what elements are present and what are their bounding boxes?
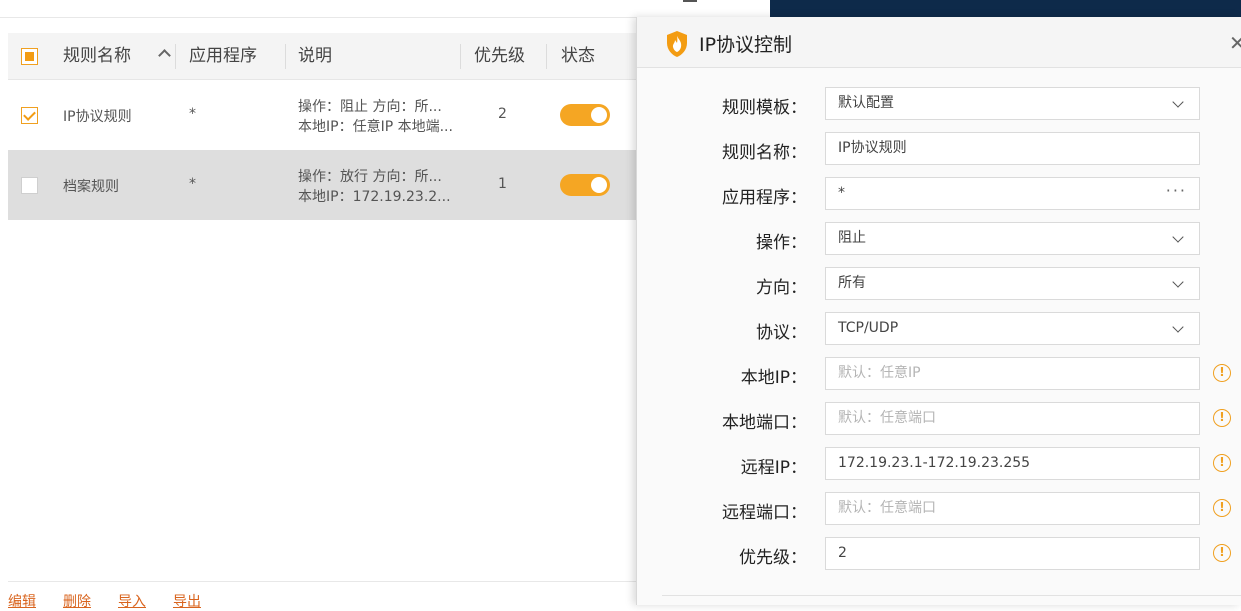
status-toggle[interactable] [560, 104, 610, 126]
app-input[interactable]: * ··· [825, 177, 1200, 210]
info-warning-icon[interactable]: ! [1213, 544, 1231, 562]
chevron-down-icon [1172, 321, 1184, 333]
priority-input[interactable]: 2 [825, 537, 1200, 570]
dialog-header: IP协议控制 ✕ [637, 17, 1241, 68]
rule-name-input[interactable]: IP协议规则 [825, 132, 1200, 165]
priority-label: 优先级： [739, 548, 807, 568]
direction-select[interactable]: 所有 [825, 267, 1200, 300]
desktop-background [770, 0, 1241, 18]
protocol-label: 协议： [756, 323, 807, 343]
chevron-down-icon [1172, 231, 1184, 243]
dialog-divider [662, 595, 1241, 596]
local-ip-label: 本地IP： [740, 368, 807, 388]
ip-protocol-dialog: IP协议控制 ✕ 规则模板： 默认配置 规则名称： IP协议规则 应用程序： *… [636, 17, 1241, 605]
table-header: 规则名称 应用程序 说明 优先级 状态 [8, 33, 636, 80]
app-label: 应用程序： [722, 188, 807, 208]
template-value: 默认配置 [838, 95, 894, 111]
local-port-label: 本地端口： [722, 413, 807, 433]
direction-value: 所有 [838, 275, 866, 291]
table-row[interactable]: 档案规则 * 操作：放行 方向：所... 本地IP：172.19.23.2...… [8, 150, 636, 220]
header-priority[interactable]: 优先级 [474, 33, 525, 80]
top-strip [0, 0, 697, 18]
remote-port-label: 远程端口： [722, 503, 807, 523]
rule-name-cell: IP协议规则 [63, 109, 132, 125]
status-toggle[interactable] [560, 174, 610, 196]
export-link[interactable]: 导出 [173, 591, 201, 611]
info-warning-icon[interactable]: ! [1213, 409, 1231, 427]
shield-flame-icon [667, 31, 687, 57]
app-cell: * [189, 176, 196, 192]
app-value: * [838, 185, 845, 201]
delete-link[interactable]: 删除 [63, 591, 91, 611]
local-ip-input[interactable]: 默认：任意IP [825, 357, 1200, 390]
dialog-title: IP协议控制 [699, 34, 793, 56]
local-port-input[interactable]: 默认：任意端口 [825, 402, 1200, 435]
info-warning-icon[interactable]: ! [1213, 364, 1231, 382]
row-checkbox[interactable] [21, 177, 38, 194]
description-line2: 本地IP：172.19.23.2... [298, 189, 451, 205]
action-value: 阻止 [838, 230, 866, 246]
edit-link[interactable]: 编辑 [8, 591, 36, 611]
description-line1: 操作：阻止 方向：所... [298, 99, 442, 115]
sort-ascending-icon[interactable] [158, 49, 171, 62]
template-label: 规则模板： [722, 98, 807, 118]
select-all-checkbox[interactable] [21, 48, 38, 65]
footer-actions: 编辑 删除 导入 导出 [8, 581, 636, 610]
chevron-down-icon [1172, 96, 1184, 108]
info-warning-icon[interactable]: ! [1213, 454, 1231, 472]
action-select[interactable]: 阻止 [825, 222, 1200, 255]
more-icon[interactable]: ··· [1166, 178, 1187, 206]
header-description[interactable]: 说明 [298, 33, 332, 80]
protocol-value: TCP/UDP [838, 320, 899, 336]
action-label: 操作： [756, 233, 807, 253]
close-icon[interactable]: ✕ [1229, 31, 1241, 55]
import-link[interactable]: 导入 [118, 591, 146, 611]
remote-ip-input[interactable]: 172.19.23.1-172.19.23.255 [825, 447, 1200, 480]
header-rule-name[interactable]: 规则名称 [63, 33, 131, 80]
remote-ip-label: 远程IP： [740, 458, 807, 478]
header-app[interactable]: 应用程序 [189, 33, 257, 80]
header-status[interactable]: 状态 [561, 33, 595, 80]
rule-name-label: 规则名称： [722, 143, 807, 163]
protocol-select[interactable]: TCP/UDP [825, 312, 1200, 345]
table-row[interactable]: IP协议规则 * 操作：阻止 方向：所... 本地IP：任意IP 本地端... … [8, 80, 636, 150]
description-line2: 本地IP：任意IP 本地端... [298, 119, 453, 135]
priority-cell: 1 [498, 176, 507, 192]
chevron-down-icon [1172, 276, 1184, 288]
rule-name-cell: 档案规则 [63, 179, 119, 195]
description-line1: 操作：放行 方向：所... [298, 169, 442, 185]
direction-label: 方向： [756, 278, 807, 298]
info-warning-icon[interactable]: ! [1213, 499, 1231, 517]
row-checkbox[interactable] [21, 107, 38, 124]
remote-port-input[interactable]: 默认：任意端口 [825, 492, 1200, 525]
template-select[interactable]: 默认配置 [825, 87, 1200, 120]
app-cell: * [189, 106, 196, 122]
priority-cell: 2 [498, 106, 507, 122]
rules-panel: 规则名称 应用程序 说明 优先级 状态 IP协议规则 * 操作：阻止 方向：所.… [0, 0, 697, 610]
